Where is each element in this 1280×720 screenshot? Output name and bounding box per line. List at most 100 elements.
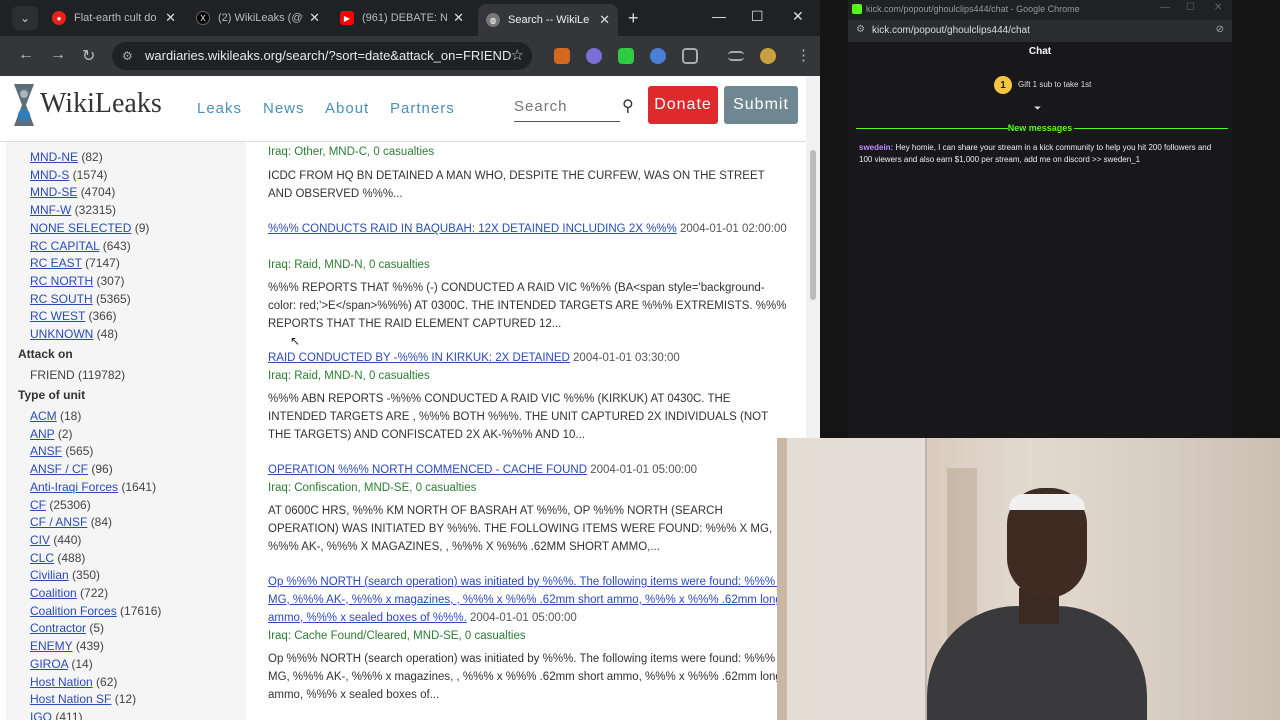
filter-item[interactable]: UNKNOWN (48)	[30, 327, 118, 341]
submit-button[interactable]: Submit	[724, 86, 798, 124]
filter-item[interactable]: CIV (440)	[30, 533, 81, 547]
filter-item-name[interactable]: Coalition	[30, 586, 77, 600]
filter-item-name[interactable]: RC SOUTH	[30, 292, 93, 306]
filter-item[interactable]: ENEMY (439)	[30, 639, 104, 653]
extension-ghost-icon[interactable]	[586, 48, 602, 64]
filter-item[interactable]: NONE SELECTED (9)	[30, 221, 149, 235]
filter-item-name[interactable]: RC WEST	[30, 309, 85, 323]
forward-icon[interactable]: →	[50, 46, 66, 64]
donate-button[interactable]: Donate	[648, 86, 718, 124]
result-title-link[interactable]: %%% CONDUCTS RAID IN BAQUBAH: 12X DETAIN…	[268, 223, 677, 235]
extension-fox-icon[interactable]	[554, 48, 570, 64]
search-icon[interactable]: ⚲	[622, 96, 634, 116]
filter-item[interactable]: CLC (488)	[30, 551, 85, 565]
address-bar[interactable]: ⚙ wardiaries.wikileaks.org/search/?sort=…	[112, 42, 532, 70]
maximize-icon[interactable]: ☐	[1186, 2, 1195, 13]
filter-item[interactable]: RC NORTH (307)	[30, 274, 124, 288]
close-window-icon[interactable]: ✕	[792, 8, 804, 25]
filter-item[interactable]: Host Nation SF (12)	[30, 692, 136, 706]
filter-item[interactable]: RC WEST (366)	[30, 309, 116, 323]
tab-3-active[interactable]: ◍ Search -- WikiLe ✕	[478, 4, 618, 36]
filter-item[interactable]: MNF-W (32315)	[30, 203, 116, 217]
filter-item-name[interactable]: Civilian	[30, 568, 69, 582]
filter-item-name[interactable]: MND-S	[30, 168, 69, 182]
filter-item[interactable]: Coalition Forces (17616)	[30, 604, 161, 618]
filter-item-name[interactable]: NONE SELECTED	[30, 221, 131, 235]
minimize-icon[interactable]: —	[1160, 2, 1170, 13]
filter-item-name[interactable]: ANSF	[30, 444, 62, 458]
close-tab-icon[interactable]: ✕	[453, 10, 464, 26]
extension-shield-icon[interactable]	[650, 48, 666, 64]
tab-1[interactable]: X (2) WikiLeaks (@w ✕	[188, 4, 328, 32]
search-input[interactable]	[514, 94, 620, 115]
media-control-icon[interactable]	[728, 51, 744, 61]
extension-green-icon[interactable]	[618, 48, 634, 64]
chat-address-bar[interactable]: ⚙ kick.com/popout/ghoulclips444/chat ⊘	[848, 20, 1232, 42]
filter-item-name[interactable]: Contractor	[30, 621, 86, 635]
filter-item[interactable]: RC SOUTH (5365)	[30, 292, 131, 306]
filter-item[interactable]: RC CAPITAL (643)	[30, 239, 131, 253]
nav-about[interactable]: About	[325, 100, 369, 117]
filter-item-name[interactable]: CF	[30, 498, 46, 512]
result-title-link[interactable]: RAID CONDUCTED BY -%%% IN KIRKUK: 2X DET…	[268, 352, 570, 364]
filter-item-name[interactable]: IGO	[30, 710, 52, 720]
close-window-icon[interactable]: ✕	[1214, 2, 1222, 13]
filter-item[interactable]: MND-NE (82)	[30, 150, 103, 164]
nav-partners[interactable]: Partners	[390, 100, 455, 117]
filter-item[interactable]: ACM (18)	[30, 409, 81, 423]
filter-item[interactable]: Anti-Iraqi Forces (1641)	[30, 480, 156, 494]
filter-item[interactable]: Coalition (722)	[30, 586, 108, 600]
filter-item-name[interactable]: MNF-W	[30, 203, 71, 217]
chat-username[interactable]: swedein:	[859, 143, 893, 152]
back-icon[interactable]: ←	[18, 46, 34, 64]
hourglass-logo-icon[interactable]	[12, 82, 36, 128]
site-info-icon[interactable]: ⚙	[856, 24, 865, 35]
profile-avatar[interactable]	[760, 48, 776, 64]
filter-item[interactable]: Civilian (350)	[30, 568, 100, 582]
minimize-icon[interactable]: —	[712, 8, 726, 24]
filter-item-name[interactable]: RC NORTH	[30, 274, 93, 288]
filter-item-name[interactable]: Coalition Forces	[30, 604, 117, 618]
result-title-link[interactable]: OPERATION %%% NORTH COMMENCED - CACHE FO…	[268, 464, 587, 476]
close-tab-icon[interactable]: ✕	[599, 12, 610, 28]
maximize-icon[interactable]: ☐	[751, 8, 764, 25]
pinned-expand-icon[interactable]: ⏷	[1034, 103, 1041, 114]
filter-item-name[interactable]: CIV	[30, 533, 50, 547]
filter-item[interactable]: ANSF / CF (96)	[30, 462, 113, 476]
close-tab-icon[interactable]: ✕	[309, 10, 320, 26]
filter-item[interactable]: CF (25306)	[30, 498, 91, 512]
filter-item-name[interactable]: Host Nation SF	[30, 692, 111, 706]
filter-item-name[interactable]: GIROA	[30, 657, 68, 671]
tab-2[interactable]: ▶ (961) DEBATE: Na ✕	[332, 4, 472, 32]
filter-item-name[interactable]: MND-SE	[30, 185, 77, 199]
extensions-puzzle-icon[interactable]	[682, 48, 698, 64]
filter-item[interactable]: MND-S (1574)	[30, 168, 107, 182]
tab-0[interactable]: ● Flat-earth cult do ✕	[44, 4, 184, 32]
filter-item[interactable]: RC EAST (7147)	[30, 256, 120, 270]
filter-item-name[interactable]: CF / ANSF	[30, 515, 87, 529]
nav-news[interactable]: News	[263, 100, 305, 117]
filter-item-name[interactable]: RC EAST	[30, 256, 82, 270]
reload-icon[interactable]: ↻	[82, 46, 95, 66]
close-tab-icon[interactable]: ✕	[165, 10, 176, 26]
gift-sub-text[interactable]: Gift 1 sub to take 1st	[1018, 80, 1091, 89]
filter-item-name[interactable]: Host Nation	[30, 675, 93, 689]
wikileaks-logo-text[interactable]: WikiLeaks	[40, 88, 162, 120]
filter-item-name[interactable]: CLC	[30, 551, 54, 565]
filter-item[interactable]: GIROA (14)	[30, 657, 93, 671]
tab-search-chevron-icon[interactable]: ⌄	[12, 6, 38, 30]
filter-item-name[interactable]: ANP	[30, 427, 54, 441]
filter-item-name[interactable]: UNKNOWN	[30, 327, 93, 341]
menu-kebab-icon[interactable]: ⋮	[796, 46, 811, 64]
filter-item[interactable]: ANP (2)	[30, 427, 72, 441]
filter-item[interactable]: IGO (411)	[30, 710, 82, 720]
filter-item[interactable]: Host Nation (62)	[30, 675, 117, 689]
eye-off-icon[interactable]: ⊘	[1216, 24, 1224, 35]
new-tab-button[interactable]: +	[628, 8, 639, 29]
filter-item[interactable]: MND-SE (4704)	[30, 185, 115, 199]
filter-item-name[interactable]: Anti-Iraqi Forces	[30, 480, 118, 494]
filter-item-name[interactable]: ACM	[30, 409, 57, 423]
filter-item-name[interactable]: ANSF / CF	[30, 462, 88, 476]
nav-leaks[interactable]: Leaks	[197, 100, 242, 117]
filter-item[interactable]: Contractor (5)	[30, 621, 104, 635]
